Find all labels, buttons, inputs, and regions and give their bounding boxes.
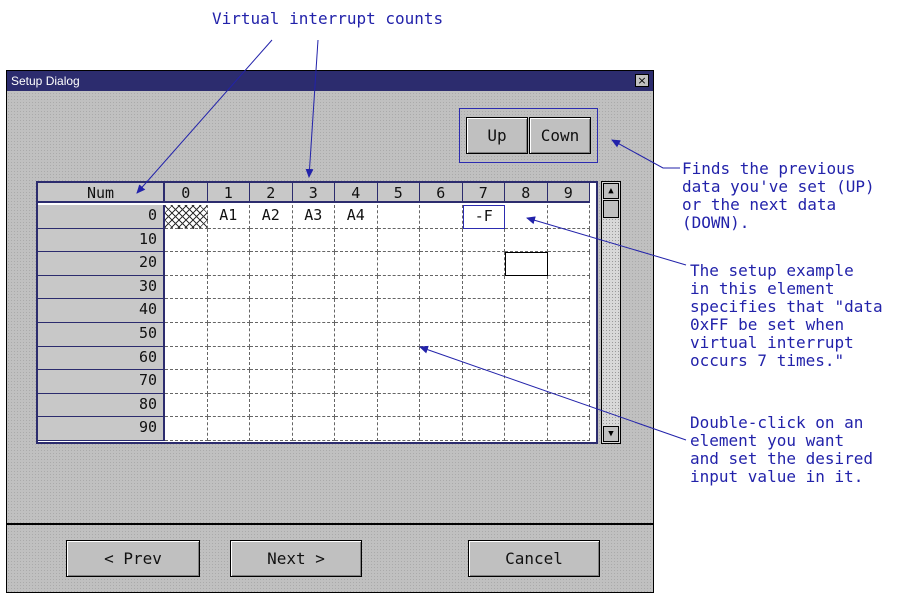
arrow-to-example-cell — [526, 216, 687, 266]
annotation-arrows — [136, 39, 687, 441]
arrow-to-column-header — [305, 39, 319, 178]
arrow-to-updown — [611, 139, 680, 169]
arrow-to-grid-cell — [419, 345, 687, 441]
arrow-to-num-column — [136, 39, 273, 194]
